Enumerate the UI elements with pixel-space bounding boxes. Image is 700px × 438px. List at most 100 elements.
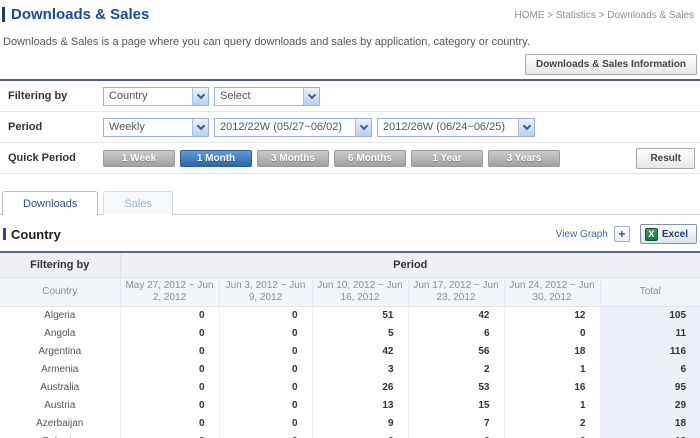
view-graph-link[interactable]: View Graph [556,229,608,240]
country-cell: Argentina [0,342,121,360]
excel-button-label: Excel [661,228,688,240]
quick-period-row: Quick Period 1 Week 1 Month 3 Months 6 M… [0,143,700,174]
value-cell: 0 [120,306,220,324]
value-cell: 0 [219,324,313,342]
value-cell: 9 [312,414,409,432]
downloads-and-sales-page: Downloads & Sales HOME > Statistics > Do… [0,0,700,438]
value-cell: 15 [408,396,505,414]
chevron-down-icon [192,87,208,105]
downloads-by-country-table: Filtering by Period Country May 27, 2012… [0,251,700,438]
period-type-value: Weekly [109,121,145,133]
value-cell: 1 [504,360,601,378]
column-header-week-1: May 27, 2012 ~ Jun 2, 2012 [120,277,220,307]
filter-value-value: Select [220,90,251,102]
chevron-down-icon [518,118,534,136]
group-header-period: Period [120,252,700,278]
downloads-sales-information-button[interactable]: Downloads & Sales Information [524,54,697,75]
quick-period-label: Quick Period [8,152,76,164]
section-title: Country [11,226,61,242]
value-cell: 0 [120,432,220,438]
value-cell: 3 [312,360,409,378]
column-header-country: Country [0,277,121,307]
filter-type-select[interactable]: Country [103,86,209,106]
country-cell: Algeria [0,306,121,324]
total-cell: 11 [600,324,700,342]
table-row: Azerbaijan 0 0 9 7 2 18 [0,414,700,432]
value-cell: 0 [219,360,313,378]
value-cell: 7 [408,414,505,432]
quick-period-button-1-year[interactable]: 1 Year [411,149,483,167]
country-cell: Armenia [0,360,121,378]
value-cell: 16 [504,378,601,396]
period-to-select[interactable]: 2012/26W (06/24~06/25) [377,117,535,137]
value-cell: 0 [219,342,313,360]
table-row: Armenia 0 0 3 2 1 6 [0,360,700,378]
excel-export-button[interactable]: Excel [639,224,697,244]
breadcrumb[interactable]: HOME > Statistics > Downloads & Sales [514,6,696,21]
value-cell: 0 [120,360,220,378]
result-button-wrap: Result [636,147,700,169]
value-cell: 6 [312,432,409,438]
table-group-header-row: Filtering by Period [0,252,700,278]
total-cell: 18 [600,414,700,432]
quick-period-button-3-months[interactable]: 3 Months [257,149,329,167]
value-cell: 0 [219,414,313,432]
country-section-header: Country View Graph + Excel [0,215,700,251]
value-cell: 0 [120,396,220,414]
value-cell: 5 [312,324,409,342]
period-from-select[interactable]: 2012/22W (05/27~06/02) [214,117,372,137]
total-cell: 105 [600,306,700,324]
view-graph-expand-button[interactable]: + [613,226,630,242]
excel-icon [644,227,658,241]
table-row: Austria 0 0 13 15 1 29 [0,396,700,414]
total-cell: 6 [600,360,700,378]
title-accent-bar [2,7,5,22]
value-cell: 0 [120,324,220,342]
filter-value-select[interactable]: Select [214,86,320,106]
value-cell: 0 [120,342,220,360]
table-row: Australia 0 0 26 53 16 95 [0,378,700,396]
total-cell: 95 [600,378,700,396]
value-cell: 6 [408,432,505,438]
quick-period-button-6-months[interactable]: 6 Months [334,149,406,167]
value-cell: 0 [504,324,601,342]
period-from-value: 2012/22W (05/27~06/02) [220,121,343,133]
page-title: Downloads & Sales [11,6,150,23]
chevron-down-icon [303,87,319,105]
table-row: Bahrain 0 0 6 6 0 12 [0,432,700,438]
country-cell: Azerbaijan [0,414,121,432]
country-cell: Angola [0,324,121,342]
tab-bar: Downloads Sales [0,190,700,215]
value-cell: 1 [504,396,601,414]
quick-period-button-3-years[interactable]: 3 Years [488,149,560,167]
section-accent-bar [3,228,6,240]
page-header: Downloads & Sales HOME > Statistics > Do… [0,0,700,23]
table-row: Algeria 0 0 51 42 12 105 [0,306,700,324]
value-cell: 42 [408,306,505,324]
value-cell: 26 [312,378,409,396]
tab-downloads[interactable]: Downloads [2,191,99,215]
value-cell: 2 [408,360,505,378]
tab-sales[interactable]: Sales [103,191,173,215]
table-column-header-row: Country May 27, 2012 ~ Jun 2, 2012 Jun 3… [0,277,700,307]
column-header-week-5: Jun 24, 2012 ~ Jun 30, 2012 [504,277,601,307]
value-cell: 51 [312,306,409,324]
chevron-down-icon [192,118,208,136]
value-cell: 2 [504,414,601,432]
filter-type-value: Country [109,90,148,102]
value-cell: 6 [408,324,505,342]
quick-period-button-1-week[interactable]: 1 Week [103,149,175,167]
value-cell: 0 [120,378,220,396]
value-cell: 42 [312,342,409,360]
result-button[interactable]: Result [636,147,695,169]
table-row: Angola 0 0 5 6 0 11 [0,324,700,342]
value-cell: 12 [504,306,601,324]
value-cell: 0 [219,378,313,396]
period-type-select[interactable]: Weekly [103,117,209,137]
quick-period-button-1-month[interactable]: 1 Month [180,149,252,167]
period-row: Period Weekly 2012/22W (05/27~06/02) 201… [0,112,700,143]
group-header-filtering-by: Filtering by [0,252,121,278]
period-to-value: 2012/26W (06/24~06/25) [383,121,506,133]
value-cell: 0 [120,414,220,432]
filtering-by-row: Filtering by Country Select [0,81,700,112]
